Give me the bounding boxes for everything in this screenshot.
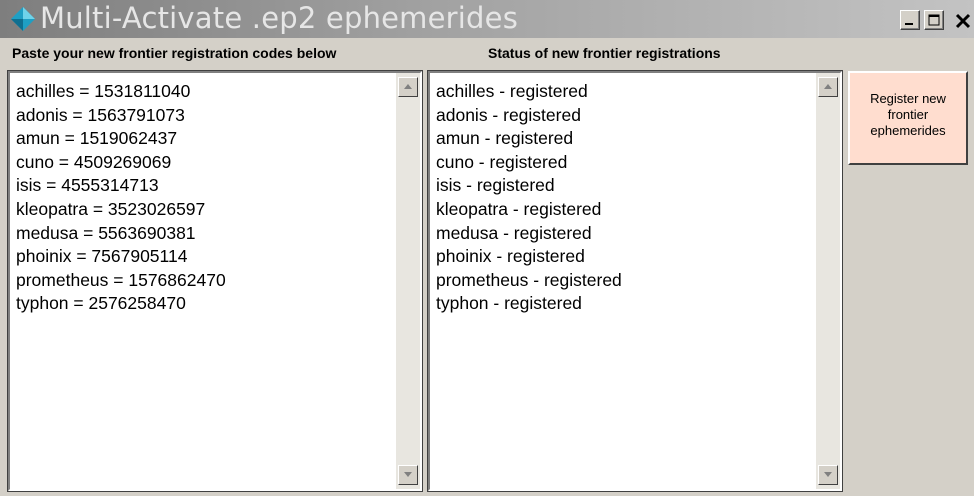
status-scrollbar[interactable] xyxy=(816,73,840,489)
status-line: achilles - registered xyxy=(436,81,588,101)
minimize-button[interactable] xyxy=(900,10,920,30)
code-line: phoinix = 7567905114 xyxy=(16,246,188,267)
scroll-up-button[interactable] xyxy=(818,77,838,97)
status-label: Status of new frontier registrations xyxy=(488,45,721,61)
code-line: adonis = 1563791073 xyxy=(16,104,185,125)
status-line: phoinix - registered xyxy=(436,246,585,267)
codes-text: achilles = 1531811040 adonis = 156379107… xyxy=(16,80,392,316)
status-line: cuno - registered xyxy=(436,151,568,172)
maximize-button[interactable] xyxy=(924,10,944,30)
status-line: amun - registered xyxy=(436,128,574,149)
status-line: typhon - registered xyxy=(436,293,582,314)
arrow-up-icon xyxy=(824,84,832,89)
arrow-down-icon xyxy=(404,472,412,477)
window-title: Multi-Activate .ep2 ephemerides xyxy=(40,1,519,35)
code-line: typhon = 2576258470 xyxy=(16,293,186,314)
arrow-up-icon xyxy=(404,84,412,89)
code-line: achilles = 1531811040 xyxy=(16,81,191,101)
code-line: cuno = 4509269069 xyxy=(16,151,172,172)
arrow-down-icon xyxy=(824,472,832,477)
status-line: medusa - registered xyxy=(436,222,592,243)
close-icon xyxy=(955,13,971,29)
register-button-label-line3: ephemerides xyxy=(870,123,946,138)
app-diamond-icon xyxy=(11,7,35,31)
code-line: medusa = 5563690381 xyxy=(16,222,196,243)
code-line: amun = 1519062437 xyxy=(16,128,178,149)
scroll-down-button[interactable] xyxy=(818,465,838,485)
register-button-label-line2: frontier xyxy=(887,107,929,122)
minimize-icon xyxy=(905,23,913,25)
scroll-up-button[interactable] xyxy=(398,77,418,97)
codes-label: Paste your new frontier registration cod… xyxy=(12,45,337,61)
registration-status-textarea[interactable]: achilles - registered adonis - registere… xyxy=(427,70,843,492)
title-bar[interactable]: Multi-Activate .ep2 ephemerides xyxy=(0,0,974,38)
status-line: kleopatra - registered xyxy=(436,198,602,219)
status-text: achilles - registered adonis - registere… xyxy=(436,80,812,316)
close-button[interactable] xyxy=(952,10,974,30)
code-line: prometheus = 1576862470 xyxy=(16,269,226,290)
registration-codes-textarea[interactable]: achilles = 1531811040 adonis = 156379107… xyxy=(7,70,423,492)
status-line: prometheus - registered xyxy=(436,269,622,290)
status-line: isis - registered xyxy=(436,175,555,196)
register-ephemerides-button[interactable]: Register new frontier ephemerides xyxy=(848,71,968,165)
status-line: adonis - registered xyxy=(436,104,581,125)
scroll-down-button[interactable] xyxy=(398,465,418,485)
maximize-icon xyxy=(928,14,940,26)
code-line: isis = 4555314713 xyxy=(16,175,159,196)
register-button-label-line1: Register new xyxy=(870,91,946,106)
code-line: kleopatra = 3523026597 xyxy=(16,198,206,219)
codes-scrollbar[interactable] xyxy=(396,73,420,489)
